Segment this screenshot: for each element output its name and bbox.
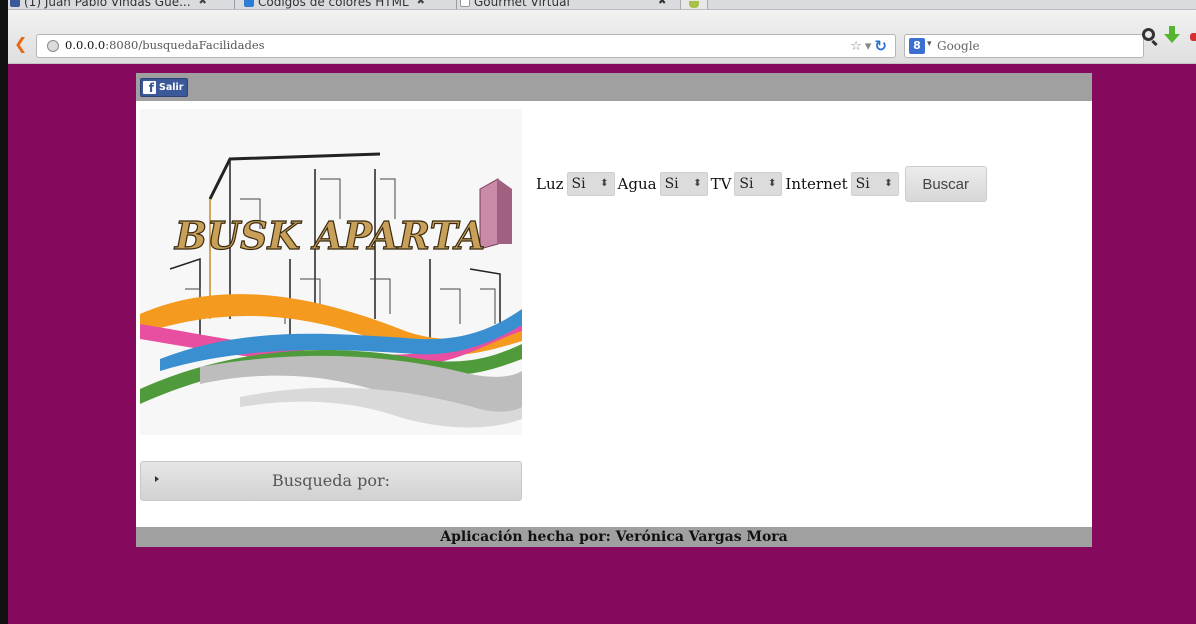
bookmark-star-icon[interactable]: ☆	[850, 39, 862, 54]
filter-label-internet: Internet	[785, 175, 848, 193]
facilities-filter-row: Luz Si ⬍ Agua Si ⬍ TV Si ⬍ Internet Si ⬍ Bus…	[536, 166, 987, 202]
top-bar: f Salir	[136, 73, 1092, 101]
reload-icon[interactable]: ↻	[874, 37, 887, 55]
tab-title: (1) Juan Pablo Vindas Gue...	[24, 0, 191, 9]
chevron-down-icon[interactable]: ▾	[927, 39, 932, 49]
select-arrows-icon: ⬍	[693, 178, 702, 189]
agua-select[interactable]: Si ⬍	[659, 172, 708, 196]
search-engine-label: Google	[937, 39, 980, 53]
luz-select[interactable]: Si ⬍	[566, 172, 615, 196]
facebook-favicon-icon	[10, 0, 20, 7]
history-dropdown-icon[interactable]: ▾	[865, 39, 872, 54]
select-value: Si	[739, 176, 754, 192]
new-tab-icon	[689, 1, 699, 8]
select-value: Si	[855, 176, 870, 192]
facebook-logout-button[interactable]: f Salir	[140, 78, 189, 97]
browser-tab-facebook[interactable]: (1) Juan Pablo Vindas Gue... ✖	[10, 0, 207, 9]
address-bar[interactable]: 0.0.0.0:8080/busquedaFacilidades ☆ ▾ ↻	[36, 34, 896, 58]
browser-navigation-bar: ❮ 0.0.0.0:8080/busquedaFacilidades ☆ ▾ ↻…	[8, 10, 1196, 64]
logout-label: Salir	[159, 82, 184, 93]
url-path: :8080/busquedaFacilidades	[105, 38, 265, 52]
url-host: 0.0.0.0	[65, 38, 106, 52]
footer-credits: Aplicación hecha por: Verónica Vargas Mo…	[136, 527, 1092, 547]
close-tab-icon[interactable]: ✖	[658, 0, 666, 9]
search-engine-icon[interactable]: 8	[909, 38, 925, 54]
address-bar-actions: ☆ ▾ ↻	[850, 37, 887, 55]
new-tab-button[interactable]	[680, 0, 708, 9]
address-text[interactable]: 0.0.0.0:8080/busquedaFacilidades	[65, 38, 265, 52]
internet-select[interactable]: Si ⬍	[850, 172, 899, 196]
page-favicon-icon	[244, 0, 254, 7]
select-value: Si	[571, 176, 586, 192]
select-value: Si	[664, 176, 679, 192]
browser-tab-colores[interactable]: Códigos de colores HTML ✖	[244, 0, 425, 9]
window-left-edge	[0, 0, 8, 624]
addon-icon[interactable]	[1190, 33, 1196, 41]
globe-icon	[47, 40, 59, 52]
search-bar[interactable]: 8 ▾ Google	[904, 34, 1144, 58]
browser-tab-gourmet[interactable]: Gourmet Virtual	[460, 0, 570, 9]
tab-divider	[234, 0, 235, 9]
download-arrow-icon[interactable]	[1164, 24, 1180, 46]
tab-title: Gourmet Virtual	[474, 0, 570, 9]
tv-select[interactable]: Si ⬍	[734, 172, 783, 196]
buscar-button[interactable]: Buscar	[904, 166, 987, 202]
busk-aparta-logo: BUSK APARTA	[140, 109, 522, 435]
select-arrows-icon: ⬍	[884, 178, 893, 189]
browser-tab-strip: (1) Juan Pablo Vindas Gue... ✖ Códigos d…	[8, 0, 1196, 10]
select-arrows-icon: ⬍	[768, 178, 777, 189]
facebook-icon: f	[143, 81, 156, 95]
filter-label-luz: Luz	[536, 175, 564, 193]
magnifier-search-icon[interactable]	[1142, 28, 1155, 41]
page-favicon-icon	[460, 0, 470, 7]
back-arrow-icon[interactable]: ❮	[14, 35, 30, 53]
close-tab-icon[interactable]: ✖	[417, 0, 425, 7]
select-arrows-icon: ⬍	[600, 178, 609, 189]
tab-title: Códigos de colores HTML	[258, 0, 409, 9]
busqueda-accordion-header[interactable]: Busqueda por:	[140, 461, 522, 501]
filter-label-tv: TV	[710, 175, 732, 193]
close-tab-icon[interactable]: ✖	[199, 0, 207, 7]
logo-text: BUSK APARTA	[174, 213, 485, 258]
tab-divider	[456, 0, 457, 9]
filter-label-agua: Agua	[617, 175, 657, 193]
page-container: f Salir BUSK APARTA Luz Si ⬍ Agua Si ⬍ T…	[136, 73, 1092, 547]
accordion-label: Busqueda por:	[271, 471, 391, 490]
